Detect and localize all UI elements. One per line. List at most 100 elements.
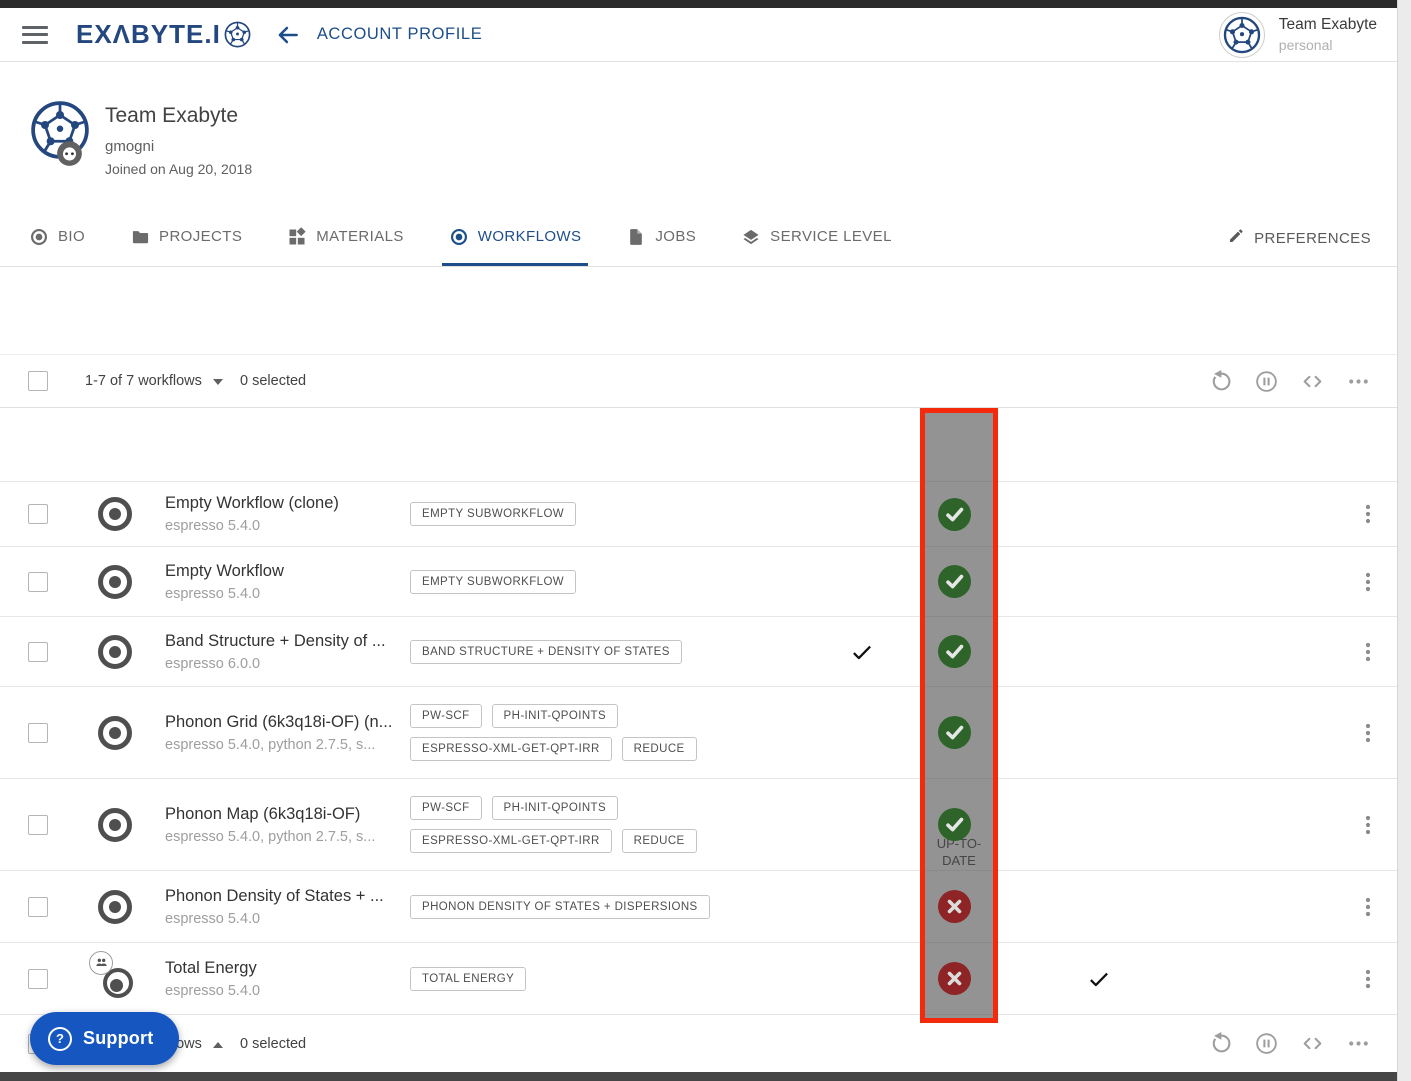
subworkflow-chips: EMPTY SUBWORKFLOW <box>410 547 576 616</box>
selected-count: 0 selected <box>240 1036 306 1052</box>
pause-circle-icon[interactable] <box>1254 369 1279 394</box>
bio-icon <box>29 227 49 247</box>
workflows-icon <box>449 227 469 247</box>
workflow-icon <box>98 497 132 531</box>
up-to-date-yes-icon <box>938 808 971 841</box>
subworkflow-chip: EMPTY SUBWORKFLOW <box>410 502 576 526</box>
tab-bio[interactable]: BIO <box>22 210 92 266</box>
user-face-badge-icon <box>56 140 83 167</box>
more-horiz-icon[interactable] <box>1346 369 1371 394</box>
pagination-caret-icon[interactable] <box>213 1042 223 1048</box>
selection-actions-top <box>1208 369 1371 394</box>
profile-section: Team Exabyte gmogni Joined on Aug 20, 20… <box>0 62 1397 210</box>
profile-username: gmogni <box>105 138 154 155</box>
subworkflow-chip: PW-SCF <box>410 704 482 728</box>
pagination-range[interactable]: 1-7 of 7 workflows <box>85 373 202 389</box>
workflow-version: espresso 5.4.0 <box>165 518 339 534</box>
workflow-version: espresso 5.4.0, python 2.7.5, s... <box>165 737 392 753</box>
pagination-caret-icon[interactable] <box>213 379 223 385</box>
table-row[interactable]: Band Structure + Density of ...espresso … <box>0 616 1397 686</box>
subworkflow-chip: TOTAL ENERGY <box>410 967 526 991</box>
workflow-icon <box>98 716 132 750</box>
workflow-name[interactable]: Phonon Map (6k3q18i-OF) <box>165 805 375 824</box>
subworkflow-chips: PW-SCFPH-INIT-QPOINTS ESPRESSO-XML-GET-Q… <box>410 779 697 870</box>
row-checkbox[interactable] <box>28 572 48 592</box>
pencil-icon <box>1227 227 1245 250</box>
table-row[interactable]: Phonon Grid (6k3q18i-OF) (n... espresso 5… <box>0 686 1397 778</box>
tab-materials[interactable]: MATERIALS <box>280 210 411 266</box>
subworkflow-chip: PW-SCF <box>410 796 482 820</box>
workflow-name[interactable]: Band Structure + Density of ... <box>165 632 386 651</box>
workflow-icon <box>98 890 132 924</box>
subworkflow-chip: BAND STRUCTURE + DENSITY OF STATES <box>410 640 682 664</box>
workflow-icon <box>98 808 132 842</box>
widgets-icon <box>287 227 307 247</box>
table-row[interactable]: Empty Workflow espresso 5.4.0 EMPTY SUBWO… <box>0 546 1397 616</box>
subworkflow-chips: TOTAL ENERGY <box>410 943 526 1014</box>
table-row[interactable]: Phonon Density of States + ...espresso 5… <box>0 870 1397 942</box>
folder-icon <box>130 227 150 247</box>
window-right-gutter[interactable] <box>1397 0 1411 1081</box>
selection-bar-bottom: 1-7 of 7 workflows 0 selected <box>0 1014 1397 1072</box>
table-row[interactable]: Empty Workflow (clone) espresso 5.4.0 EMP… <box>0 481 1397 546</box>
support-label: Support <box>83 1028 153 1049</box>
up-to-date-yes-icon <box>938 635 971 668</box>
tab-service-level[interactable]: SERVICE LEVEL <box>734 210 899 266</box>
subworkflow-chips: PW-SCFPH-INIT-QPOINTS ESPRESSO-XML-GET-Q… <box>410 687 697 778</box>
tab-workflows[interactable]: WORKFLOWS <box>442 210 589 266</box>
workflow-name[interactable]: Empty Workflow (clone) <box>165 494 339 513</box>
tabs-bar: BIO PROJECTS MATERIALS WORKFLOWS JOBS SE… <box>0 210 1397 267</box>
subworkflow-chip: REDUCE <box>622 737 697 761</box>
row-menu-button[interactable] <box>1356 570 1380 599</box>
window-bottom-strip <box>0 1072 1397 1081</box>
table-row[interactable]: Total Energyespresso 5.4.0 TOTAL ENERGY <box>0 942 1397 1014</box>
profile-name: Team Exabyte <box>105 104 238 128</box>
up-to-date-yes-icon <box>938 565 971 598</box>
account-name: Team Exabyte <box>1279 16 1377 34</box>
subworkflow-chip: PHONON DENSITY OF STATES + DISPERSIONS <box>410 895 710 919</box>
row-checkbox[interactable] <box>28 642 48 662</box>
tab-jobs[interactable]: JOBS <box>619 210 703 266</box>
account-switcher[interactable]: Team Exabyte personal <box>1219 12 1377 58</box>
row-menu-button[interactable] <box>1356 721 1380 750</box>
row-checkbox[interactable] <box>28 723 48 743</box>
row-checkbox[interactable] <box>28 504 48 524</box>
up-to-date-yes-icon <box>938 716 971 749</box>
undo-icon[interactable] <box>1208 1031 1233 1056</box>
more-horiz-icon[interactable] <box>1346 1031 1371 1056</box>
code-icon[interactable] <box>1300 369 1325 394</box>
layers-icon <box>741 227 761 247</box>
workflow-name[interactable]: Empty Workflow <box>165 562 284 581</box>
logo-text: EXΛBYTE.I <box>76 19 221 50</box>
row-checkbox[interactable] <box>28 815 48 835</box>
subworkflow-chip: PH-INIT-QPOINTS <box>492 796 618 820</box>
exabyte-logo[interactable]: EXΛBYTE.I <box>76 19 251 50</box>
subworkflow-chip: EMPTY SUBWORKFLOW <box>410 570 576 594</box>
up-to-date-no-icon <box>938 890 971 923</box>
row-menu-button[interactable] <box>1356 502 1380 531</box>
select-all-checkbox[interactable] <box>28 371 48 391</box>
code-icon[interactable] <box>1300 1031 1325 1056</box>
subworkflow-chip: REDUCE <box>622 829 697 853</box>
profile-joined-date: Joined on Aug 20, 2018 <box>105 161 252 177</box>
workflow-name[interactable]: Total Energy <box>165 959 260 978</box>
workflow-name[interactable]: Phonon Grid (6k3q18i-OF) (n... <box>165 713 392 732</box>
row-checkbox[interactable] <box>28 969 48 989</box>
undo-icon[interactable] <box>1208 369 1233 394</box>
tab-projects[interactable]: PROJECTS <box>123 210 249 266</box>
row-menu-button[interactable] <box>1356 895 1380 924</box>
menu-icon[interactable] <box>22 26 48 44</box>
back-arrow-icon[interactable] <box>275 22 301 48</box>
row-checkbox[interactable] <box>28 897 48 917</box>
support-button[interactable]: ? Support <box>30 1012 179 1065</box>
public-check-icon <box>1086 966 1112 997</box>
row-menu-button[interactable] <box>1356 640 1380 669</box>
workflow-name[interactable]: Phonon Density of States + ... <box>165 887 384 906</box>
workflow-version: espresso 5.4.0 <box>165 586 284 602</box>
pause-circle-icon[interactable] <box>1254 1031 1279 1056</box>
preferences-button[interactable]: PREFERENCES <box>1227 210 1397 266</box>
row-menu-button[interactable] <box>1356 967 1380 996</box>
default-check-icon <box>849 639 875 670</box>
row-menu-button[interactable] <box>1356 813 1380 842</box>
table-row[interactable]: Phonon Map (6k3q18i-OF)espresso 5.4.0, p… <box>0 778 1397 870</box>
